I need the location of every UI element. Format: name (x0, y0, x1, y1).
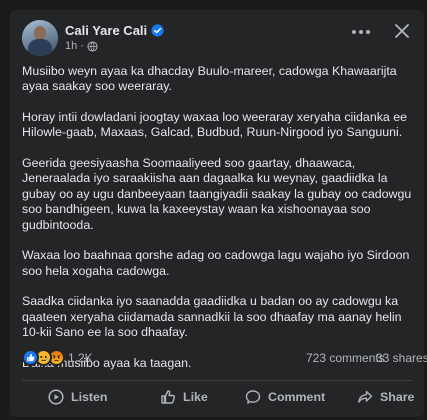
verified-badge-icon (151, 24, 164, 37)
post-text: Musiibo weyn ayaa ka dhacday Buulo-maree… (22, 64, 420, 386)
like-icon (22, 349, 39, 366)
close-icon[interactable] (393, 22, 411, 40)
reactions-bar: 1.2K 723 comments 33 shares (22, 349, 427, 369)
meta-separator: · (80, 40, 84, 52)
share-icon (358, 390, 373, 403)
comment-icon (245, 390, 261, 404)
more-options-icon[interactable] (350, 25, 372, 39)
reaction-count[interactable]: 1.2K (68, 351, 93, 365)
comment-button[interactable]: Comment (245, 386, 325, 408)
post-paragraph: Saadka ciidanka iyo saanadda gaadiidka u… (22, 294, 402, 340)
action-bar: Listen Like Comment Share (10, 382, 424, 412)
author-name[interactable]: Cali Yare Cali (65, 23, 147, 38)
thumbs-up-icon (161, 390, 176, 404)
post-paragraph: Musiibo weyn ayaa ka dhacday Buulo-maree… (22, 64, 397, 94)
listen-button[interactable]: Listen (48, 386, 108, 408)
globe-icon[interactable] (87, 40, 98, 52)
avatar-body (28, 39, 52, 56)
post-card: Cali Yare Cali 1h · Musiibo weyn ayaa ka… (10, 10, 427, 417)
reaction-icons[interactable] (22, 349, 66, 367)
share-label: Share (380, 390, 415, 404)
post-meta: 1h · (65, 40, 98, 52)
comment-label: Comment (268, 390, 326, 404)
post-paragraph: Horay intii dowladani joogtay waxaa loo … (22, 110, 408, 140)
post-paragraph: Waxaa loo baahnaa qorshe adag oo cadowga… (22, 248, 410, 278)
post-header: Cali Yare Cali 1h · (10, 10, 424, 56)
comment-count[interactable]: 723 comments (306, 351, 385, 365)
share-button[interactable]: Share (357, 386, 414, 408)
avatar[interactable] (22, 20, 58, 56)
divider (22, 380, 412, 381)
post-time[interactable]: 1h (65, 40, 77, 52)
like-button[interactable]: Like (160, 386, 208, 408)
like-label: Like (183, 390, 208, 404)
share-count[interactable]: 33 shares (376, 351, 427, 365)
play-icon (48, 389, 64, 405)
post-paragraph: Geerida geesiyaasha Soomaaliyeed soo gaa… (22, 156, 412, 232)
avatar-head (34, 26, 46, 40)
listen-label: Listen (71, 390, 108, 404)
